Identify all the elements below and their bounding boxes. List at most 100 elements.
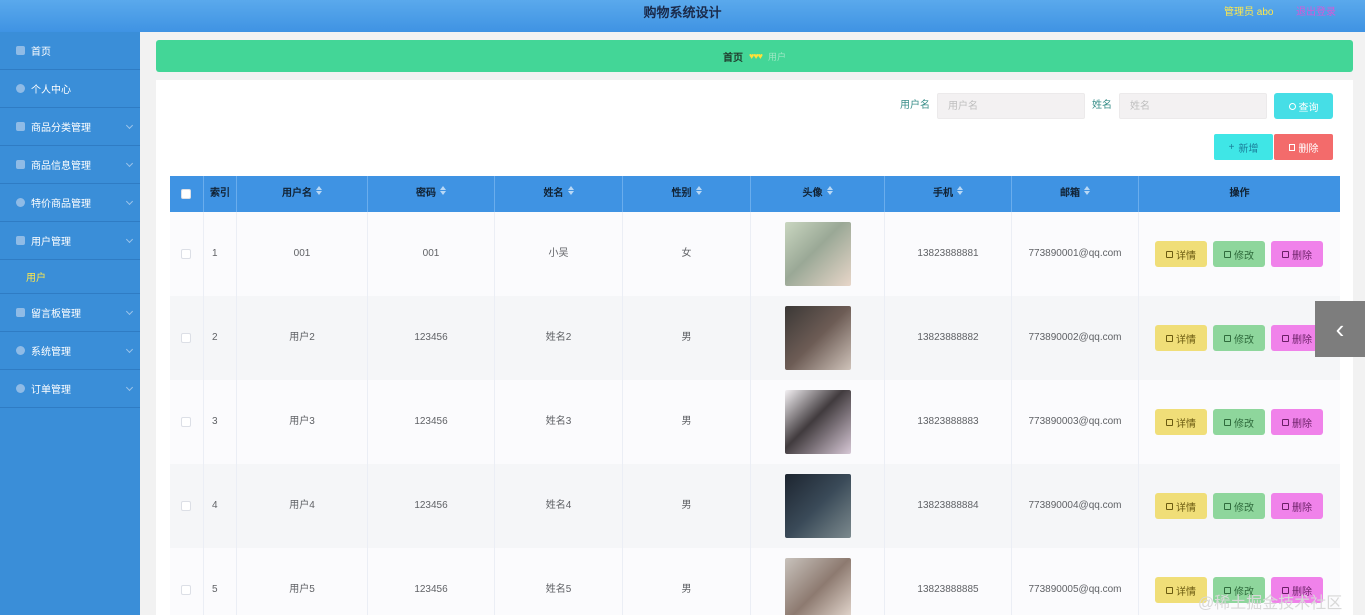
th-password[interactable]: 密码: [368, 176, 495, 212]
sidebar-item-label: 商品分类管理: [31, 123, 91, 134]
breadcrumb: 首页 ♥♥♥ 用户: [156, 40, 1353, 72]
row-checkbox[interactable]: [181, 249, 191, 259]
cell-phone: 13823888884: [885, 464, 1012, 548]
category-icon: [16, 122, 25, 131]
order-icon: [16, 384, 25, 393]
cell-email: 773890002@qq.com: [1012, 296, 1139, 380]
file-icon: [1166, 502, 1173, 510]
message-icon: [16, 308, 25, 317]
edit-button-label: 修改: [1234, 502, 1254, 514]
admin-label: 管理员 abo: [1224, 7, 1274, 18]
sidebar-subitem-user[interactable]: 用户: [0, 260, 140, 294]
th-gender[interactable]: 性别: [623, 176, 751, 212]
watermark: @稀土掘金技术社区: [1198, 595, 1343, 612]
th-label: 邮箱: [1060, 188, 1080, 199]
collapse-handle[interactable]: ‹: [1315, 301, 1365, 357]
th-index: 索引: [204, 176, 237, 212]
sidebar-item-label: 特价商品管理: [31, 199, 91, 210]
detail-button[interactable]: 详情: [1155, 241, 1207, 267]
th-label: 头像: [802, 188, 823, 199]
cell-password: 123456: [368, 380, 495, 464]
name-search-input[interactable]: [1119, 93, 1267, 119]
th-name[interactable]: 姓名: [495, 176, 623, 212]
th-username[interactable]: 用户名: [237, 176, 368, 212]
delete-button[interactable]: 删除: [1271, 241, 1323, 267]
send-icon: [16, 236, 25, 245]
chevron-down-icon: [125, 383, 134, 392]
pencil-icon: [1224, 250, 1231, 258]
detail-button[interactable]: 详情: [1155, 493, 1207, 519]
delete-button[interactable]: 删除: [1271, 493, 1323, 519]
cell-phone: 13823888881: [885, 212, 1012, 296]
detail-button-label: 详情: [1176, 250, 1196, 262]
row-checkbox[interactable]: [181, 333, 191, 343]
sidebar-item-product[interactable]: 商品信息管理: [0, 146, 140, 184]
th-phone[interactable]: 手机: [885, 176, 1012, 212]
username-search-input[interactable]: [937, 93, 1085, 119]
row-select-cell: [170, 548, 204, 615]
edit-button-label: 修改: [1234, 250, 1254, 262]
delete-button[interactable]: 删除: [1271, 409, 1323, 435]
query-button[interactable]: 查询: [1274, 93, 1333, 119]
cell-index: 5: [204, 548, 237, 615]
tag-icon: [16, 198, 25, 207]
sort-icon[interactable]: [440, 186, 446, 196]
cell-index: 2: [204, 296, 237, 380]
sort-icon[interactable]: [567, 186, 574, 196]
batch-delete-button[interactable]: 删除: [1274, 134, 1333, 160]
chevron-down-icon: [125, 345, 134, 354]
avatar: [785, 558, 851, 615]
row-select-cell: [170, 296, 204, 380]
cell-avatar: [751, 296, 885, 380]
sidebar-item-label: 首页: [31, 47, 51, 58]
sidebar-item-special[interactable]: 特价商品管理: [0, 184, 140, 222]
row-checkbox[interactable]: [181, 417, 191, 427]
edit-button[interactable]: 修改: [1213, 409, 1265, 435]
sort-icon[interactable]: [695, 186, 702, 196]
row-checkbox[interactable]: [181, 585, 191, 595]
cell-avatar: [751, 380, 885, 464]
cell-avatar: [751, 548, 885, 615]
row-actions: 详情 修改 删除: [1139, 296, 1340, 380]
sidebar-item-home[interactable]: 首页: [0, 32, 140, 70]
detail-button[interactable]: 详情: [1155, 325, 1207, 351]
chevron-down-icon: [125, 197, 134, 206]
sort-icon[interactable]: [1084, 186, 1090, 196]
sidebar-item-profile[interactable]: 个人中心: [0, 70, 140, 108]
cell-phone: 13823888885: [885, 548, 1012, 615]
avatar: [785, 222, 851, 286]
edit-button[interactable]: 修改: [1213, 241, 1265, 267]
sidebar-item-messages[interactable]: 留言板管理: [0, 294, 140, 332]
delete-button-label: 删除: [1292, 250, 1312, 262]
pencil-icon: [1224, 418, 1231, 426]
select-all-checkbox[interactable]: [181, 189, 191, 199]
add-button[interactable]: + 新增: [1214, 134, 1273, 160]
trash-icon: [1282, 502, 1289, 510]
username-label: 用户名: [900, 100, 930, 111]
table-row: 4 用户4 123456 姓名4 男 13823888884 773890004@qq.co…: [170, 464, 1340, 548]
user-icon: [16, 84, 25, 93]
home-icon: [16, 46, 25, 55]
sidebar-item-orders[interactable]: 订单管理: [0, 370, 140, 408]
sort-icon[interactable]: [826, 186, 833, 196]
pencil-icon: [1224, 334, 1231, 342]
sidebar-item-category[interactable]: 商品分类管理: [0, 108, 140, 146]
logout-link[interactable]: 退出登录: [1296, 0, 1336, 26]
search-bar: 用户名 姓名 查询: [156, 93, 1353, 119]
file-icon: [1166, 586, 1173, 594]
sidebar-item-users[interactable]: 用户管理: [0, 222, 140, 260]
sort-icon[interactable]: [316, 186, 322, 196]
sort-icon[interactable]: [957, 186, 963, 196]
edit-button[interactable]: 修改: [1213, 325, 1265, 351]
file-icon: [1166, 418, 1173, 426]
detail-button[interactable]: 详情: [1155, 409, 1207, 435]
th-avatar[interactable]: 头像: [751, 176, 885, 212]
sidebar-item-system[interactable]: 系统管理: [0, 332, 140, 370]
delete-button-label: 删除: [1292, 418, 1312, 430]
row-checkbox[interactable]: [181, 501, 191, 511]
chevron-down-icon: [125, 159, 134, 168]
edit-button[interactable]: 修改: [1213, 493, 1265, 519]
cell-email: 773890001@qq.com: [1012, 212, 1139, 296]
th-email[interactable]: 邮箱: [1012, 176, 1139, 212]
breadcrumb-home[interactable]: 首页: [723, 49, 743, 64]
